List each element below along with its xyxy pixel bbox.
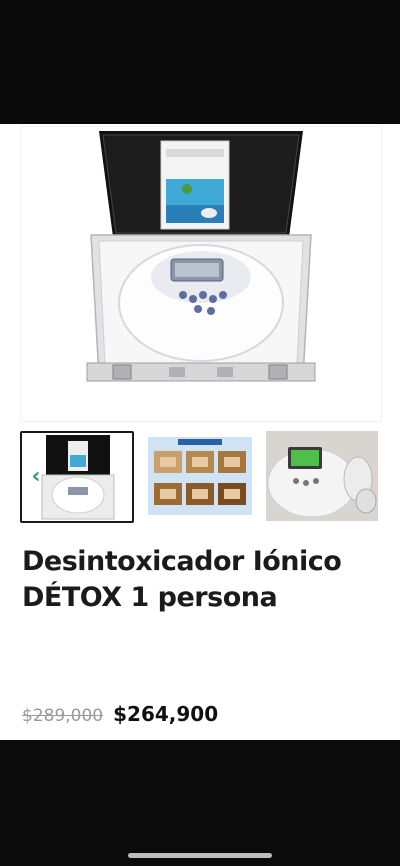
bottom-area (0, 740, 400, 866)
thumbnail-strip: ‹ (20, 431, 380, 523)
thumb-foot-bath-chart (148, 437, 252, 515)
chevron-left-icon[interactable]: ‹ (26, 465, 46, 489)
thumbnail-3[interactable] (266, 431, 378, 521)
status-area (0, 0, 400, 124)
thumbnail-2[interactable] (144, 431, 256, 521)
original-price: $289,000 (22, 706, 104, 726)
product-title: Desintoxicador Iónico DÉTOX 1 persona (22, 546, 342, 613)
thumbnail-1[interactable]: ‹ (20, 431, 134, 523)
thumb-device-closeup (266, 431, 378, 521)
product-page: ‹ Desintoxicador Iónico DÉTOX 1 persona … (0, 124, 400, 740)
sale-price: $264,900 (113, 702, 219, 726)
price-row: $289,000 $264,900 (22, 702, 218, 730)
home-indicator[interactable] (128, 853, 272, 858)
detox-case-illustration (86, 131, 316, 382)
main-product-image[interactable] (20, 126, 382, 422)
